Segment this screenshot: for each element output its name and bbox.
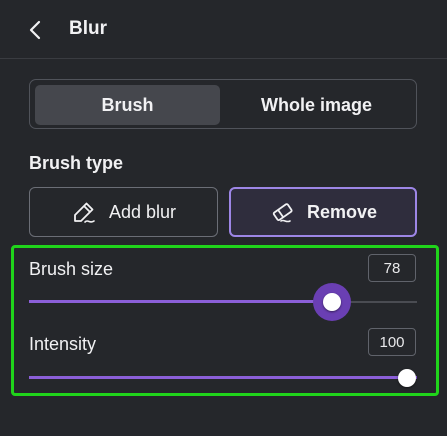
remove-button[interactable]: Remove (229, 187, 417, 237)
back-button[interactable] (22, 17, 48, 43)
tab-whole-image[interactable]: Whole image (225, 85, 408, 125)
slider-fill (29, 376, 417, 379)
slider-thumb[interactable] (398, 369, 416, 387)
brush-pen-icon (74, 202, 95, 223)
brush-size-slider[interactable] (29, 283, 417, 321)
tab-brush[interactable]: Brush (35, 85, 220, 125)
eraser-icon (272, 203, 293, 223)
slider-thumb[interactable] (323, 293, 341, 311)
brush-size-value[interactable]: 78 (368, 254, 416, 282)
mode-switch: Brush Whole image (29, 79, 417, 129)
brush-size-label: Brush size (29, 259, 114, 279)
intensity-value[interactable]: 100 (368, 328, 416, 356)
brush-type-heading: Brush type (29, 153, 124, 173)
panel-title: Blur (69, 18, 107, 39)
add-blur-button[interactable]: Add blur (29, 187, 218, 237)
chevron-left-icon (29, 20, 41, 40)
remove-label: Remove (306, 201, 378, 222)
slider-fill (29, 300, 332, 303)
panel-header: Blur (0, 0, 447, 59)
intensity-label: Intensity (29, 334, 97, 354)
intensity-slider[interactable] (29, 363, 417, 393)
add-blur-label: Add blur (108, 201, 177, 222)
